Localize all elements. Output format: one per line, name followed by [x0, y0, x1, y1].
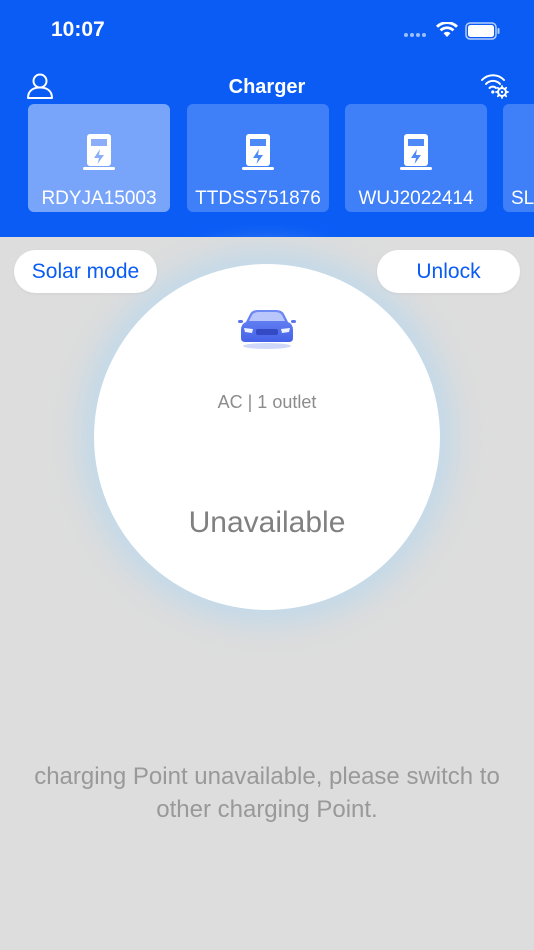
- charging-status-text: Unavailable: [188, 506, 346, 539]
- charger-id: SL: [511, 188, 534, 209]
- solar-mode-button[interactable]: Solar mode: [14, 250, 157, 293]
- charger-status-panel: AC | 1 outlet Unavailable: [94, 264, 440, 610]
- unlock-button[interactable]: Unlock: [377, 250, 520, 293]
- page-title: Charger: [228, 76, 306, 98]
- ev-charger-icon: [242, 134, 274, 170]
- status-time: 10:07: [51, 18, 105, 41]
- charger-card-partial[interactable]: SL: [503, 104, 534, 212]
- app-header: 10:07 Charger RDYJA15003 TTDSS751876 WUJ…: [0, 0, 534, 237]
- charger-card-ttdss751876[interactable]: TTDSS751876: [187, 104, 329, 212]
- charger-id: TTDSS751876: [195, 188, 321, 209]
- charger-id: RDYJA15003: [41, 188, 157, 209]
- status-message-line-1: charging Point unavailable, please switc…: [34, 763, 500, 790]
- status-message: charging Point unavailable, please switc…: [0, 760, 534, 826]
- wifi-status-icon: [436, 22, 458, 37]
- wifi-settings-icon[interactable]: [480, 72, 510, 100]
- outlet-info: AC | 1 outlet: [217, 392, 317, 412]
- car-icon: [238, 310, 296, 349]
- charger-card-wuj2022414[interactable]: WUJ2022414: [345, 104, 487, 212]
- cellular-signal-icon: [404, 33, 426, 37]
- ev-charger-icon: [83, 134, 115, 170]
- battery-icon: [465, 22, 500, 40]
- status-message-line-2: other charging Point.: [156, 796, 378, 823]
- ev-charger-icon: [400, 134, 432, 170]
- charger-card-rdyja15003[interactable]: RDYJA15003: [28, 104, 170, 212]
- charger-list[interactable]: RDYJA15003 TTDSS751876 WUJ2022414 SL: [0, 104, 534, 212]
- charger-id: WUJ2022414: [358, 188, 474, 209]
